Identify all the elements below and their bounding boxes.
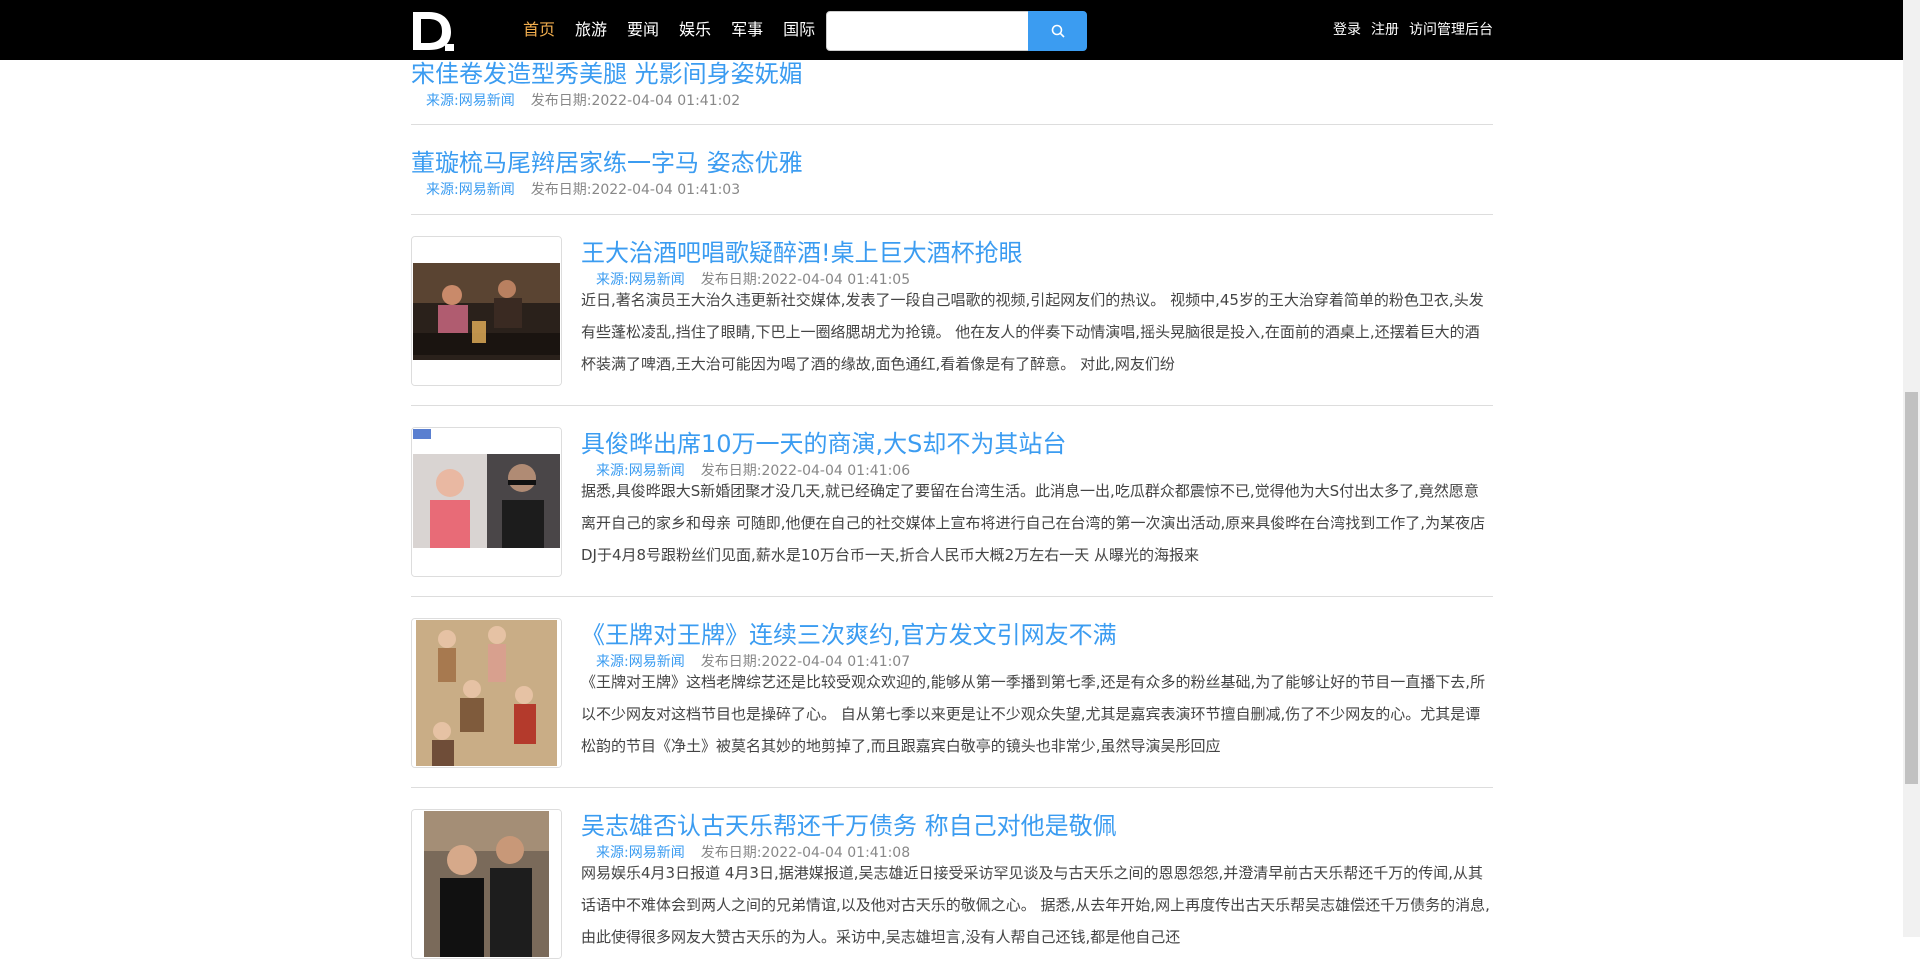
article-summary: 网易娱乐4月3日报道 4月3日,据港媒报道,吴志雄近日接受采访罕见谈及与古天乐之… xyxy=(581,864,1490,946)
article-title[interactable]: 吴志雄否认古天乐帮还千万债务 称自己对他是敬佩 xyxy=(581,806,1117,841)
list-item: 《王牌对王牌》连续三次爽约,官方发文引网友不满 来源:网易新闻 发布日期:2022… xyxy=(411,597,1493,788)
article-meta: 来源:网易新闻 发布日期:2022-04-04 01:41:03 xyxy=(426,182,741,198)
nav-military[interactable]: 军事 xyxy=(731,0,763,60)
article-source[interactable]: 网易新闻 xyxy=(459,93,515,109)
article-date: 2022-04-04 01:41:03 xyxy=(591,182,741,198)
search-icon xyxy=(1051,24,1065,38)
article-title[interactable]: 董璇梳马尾辫居家练一字马 姿态优雅 xyxy=(411,143,803,178)
register-link[interactable]: 注册 xyxy=(1371,0,1399,60)
article-source[interactable]: 网易新闻 xyxy=(459,182,515,198)
article-summary: 近日,著名演员王大治久违更新社交媒体,发表了一段自己唱歌的视频,引起网友们的热议… xyxy=(581,291,1484,373)
site-logo[interactable] xyxy=(411,10,455,52)
nav-entertainment[interactable]: 娱乐 xyxy=(679,0,711,60)
list-item: 吴志雄否认古天乐帮还千万债务 称自己对他是敬佩 来源:网易新闻 发布日期:2022… xyxy=(411,788,1493,979)
article-thumbnail[interactable] xyxy=(411,236,562,386)
nav-home[interactable]: 首页 xyxy=(523,0,555,60)
login-link[interactable]: 登录 xyxy=(1333,0,1361,60)
page-scrollbar[interactable] xyxy=(1903,0,1920,937)
search-button[interactable] xyxy=(1028,11,1087,51)
article-meta: 来源:网易新闻 发布日期:2022-04-04 01:41:02 xyxy=(426,93,741,109)
article-date: 2022-04-04 01:41:02 xyxy=(591,93,741,109)
article-title[interactable]: 具俊晔出席10万一天的商演,大S却不为其站台 xyxy=(581,424,1066,459)
nav-headlines[interactable]: 要闻 xyxy=(627,0,659,60)
main-nav: 首页 旅游 要闻 娱乐 军事 国际 xyxy=(523,0,835,60)
article-thumbnail[interactable] xyxy=(411,618,562,768)
article-summary: 《王牌对王牌》这档老牌综艺还是比较受观众欢迎的,能够从第一季播到第七季,还是有众… xyxy=(581,673,1486,755)
nav-international[interactable]: 国际 xyxy=(783,0,815,60)
article-title[interactable]: 《王牌对王牌》连续三次爽约,官方发文引网友不满 xyxy=(581,615,1117,650)
article-title[interactable]: 王大治酒吧唱歌疑醉酒!桌上巨大酒杯抢眼 xyxy=(581,233,1023,268)
list-item: 董璇梳马尾辫居家练一字马 姿态优雅 来源:网易新闻 发布日期:2022-04-04… xyxy=(411,125,1493,215)
user-nav: 登录 注册 访问管理后台 xyxy=(1323,0,1493,60)
article-thumbnail[interactable] xyxy=(411,427,562,577)
admin-link[interactable]: 访问管理后台 xyxy=(1409,0,1493,60)
nav-travel[interactable]: 旅游 xyxy=(575,0,607,60)
top-navbar: 首页 旅游 要闻 娱乐 军事 国际 登录 注册 访问管理后台 xyxy=(0,0,1903,60)
article-summary: 据悉,具俊晔跟大S新婚团聚才没几天,就已经确定了要留在台湾生活。此消息一出,吃瓜… xyxy=(581,482,1486,564)
search-input[interactable] xyxy=(826,11,1029,51)
list-item: 王大治酒吧唱歌疑醉酒!桌上巨大酒杯抢眼 来源:网易新闻 发布日期:2022-04-… xyxy=(411,215,1493,406)
list-item: 具俊晔出席10万一天的商演,大S却不为其站台 来源:网易新闻 发布日期:2022-… xyxy=(411,406,1493,597)
scrollbar-thumb[interactable] xyxy=(1905,392,1918,784)
